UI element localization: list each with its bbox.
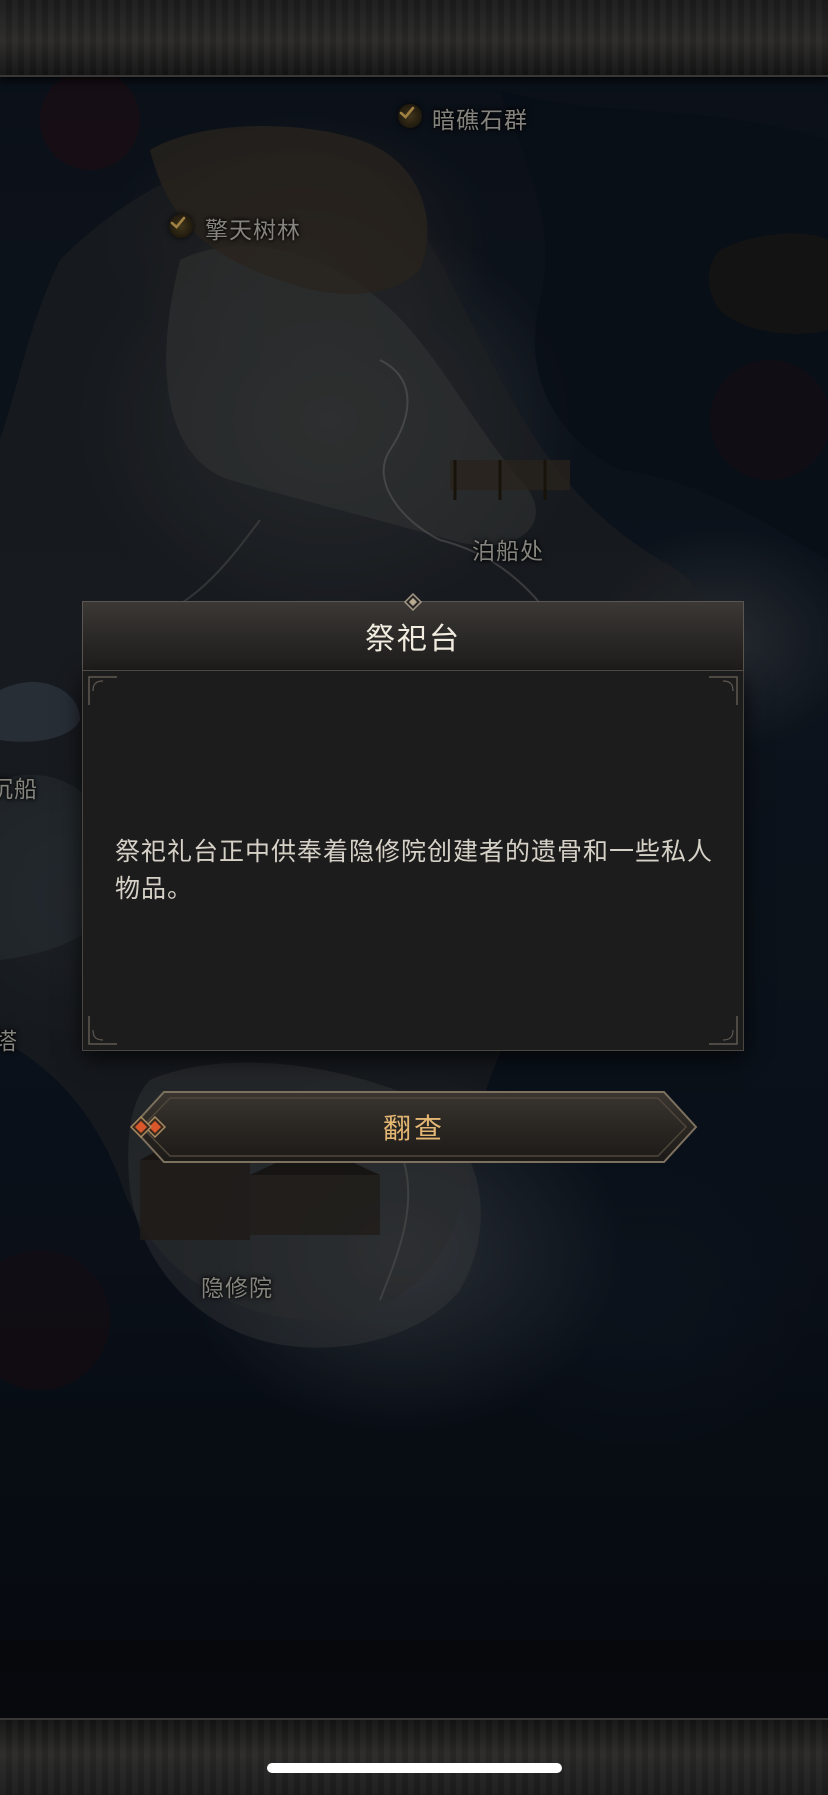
bottom-shade xyxy=(0,1640,828,1718)
location-dialog: 祭祀台 祭祀礼台正中供奉着隐修院创建者的遗骨和一些私人物品。 xyxy=(82,592,744,1051)
dialog-description: 祭祀礼台正中供奉着隐修院创建者的遗骨和一些私人物品。 xyxy=(115,837,714,903)
bottom-ornamental-bar xyxy=(0,1718,828,1795)
dialog-title: 祭祀台 xyxy=(365,622,461,657)
search-button-label: 翻查 xyxy=(382,1112,445,1145)
search-action-button[interactable]: 翻查 xyxy=(130,1090,698,1164)
top-ornamental-bar xyxy=(0,0,828,77)
diamond-ornament-icon xyxy=(403,592,423,612)
corner-ornament-icon xyxy=(88,1016,117,1045)
corner-ornament-icon xyxy=(709,1016,738,1045)
dialog-body: 祭祀礼台正中供奉着隐修院创建者的遗骨和一些私人物品。 xyxy=(82,671,744,1051)
home-indicator[interactable] xyxy=(267,1763,562,1773)
corner-ornament-icon xyxy=(88,676,117,705)
corner-ornament-icon xyxy=(709,676,738,705)
